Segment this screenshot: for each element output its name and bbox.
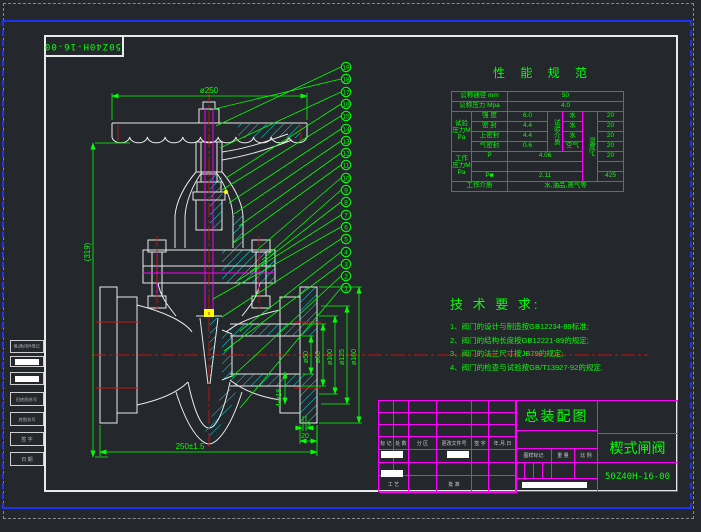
weight-label: 重 量 xyxy=(551,448,575,463)
weight-cell xyxy=(551,462,575,479)
spec-table: 公称通径 mm 50 公称压力 Mpa 4.0 试验压力MPa 强 度 6.0 试… xyxy=(450,91,625,192)
rev-header-count: 处 数 xyxy=(394,437,409,450)
rev-header-mark: 标 记 xyxy=(379,437,394,450)
spec-title: 性 能 规 范 xyxy=(493,66,594,80)
cad-canvas: 50Z40H-16-00 借(通)用件登记 旧底图总号 底图总号 签 字 日 期 xyxy=(0,0,701,532)
stamp-label: 图样标记 xyxy=(515,448,552,463)
strip-borrow-record: 借(通)用件登记 xyxy=(10,340,44,353)
balloons: 19 18 17 16 15 14 13 12 11 10 9 8 7 6 5 … xyxy=(340,61,352,294)
revision-table: 标 记 处 数 分 区 更改文件号 签 字 年.月.日 工 艺 批 准 xyxy=(378,400,517,493)
balloon-number: 8 xyxy=(344,199,348,206)
dim-height: (319) xyxy=(83,242,92,261)
dim-handwheel: ø250 xyxy=(200,86,219,95)
balloon-number: 2 xyxy=(344,273,348,280)
performance-spec: 性 能 规 范 公称通径 mm 50 公称压力 Mpa 4.0 试验压力MPa … xyxy=(450,64,625,192)
balloon-number: 10 xyxy=(342,175,350,182)
balloon-number: 1 xyxy=(344,285,348,292)
empty-cell xyxy=(597,400,678,434)
strip-redacted-2 xyxy=(10,372,44,385)
dim-bore-80: ø80 xyxy=(315,351,322,363)
balloon-number: 9 xyxy=(344,187,348,194)
dim-length: 250±1.5 xyxy=(176,442,205,451)
assembly-title: 总装配图 xyxy=(515,400,598,431)
process-label: 工 艺 xyxy=(379,476,409,493)
balloon-number: 15 xyxy=(342,113,350,120)
dim-bore-100: ø100 xyxy=(327,349,334,365)
balloon-number: 3 xyxy=(344,261,348,268)
scale-label: 比 例 xyxy=(574,448,598,463)
rev-header-sign: 签 字 xyxy=(472,437,489,450)
tech-requirement-item: 3、阀门的法兰尺寸按JB79的规定; xyxy=(450,349,564,358)
tech-requirement-item: 1、阀门的设计与制造按GB12234-89标准; xyxy=(450,322,589,331)
dim-bore-50: ø50 xyxy=(303,351,310,363)
tech-requirement-item: 2、阀门的结构长度按GB12221-89的规定; xyxy=(450,335,589,345)
rev-header-date: 年.月.日 xyxy=(489,437,517,450)
tech-requirements: 技 术 要 求: 1、阀门的设计与制造按GB12234-89标准; 2、阀门的结… xyxy=(450,294,675,374)
balloon-number: 11 xyxy=(343,162,350,169)
redacted-text xyxy=(522,482,587,488)
balloon-number: 19 xyxy=(342,64,350,71)
rev-header-docno: 更改文件号 xyxy=(437,437,472,450)
strip-redacted-1 xyxy=(10,356,44,367)
redacted-text xyxy=(381,470,403,477)
drawing-number: 50Z40H-16-00 xyxy=(597,462,678,492)
empty-cell xyxy=(515,430,598,449)
strip-date: 日 期 xyxy=(10,452,44,466)
balloon-number: 13 xyxy=(342,138,350,145)
strip-master-no: 底图总号 xyxy=(10,412,44,426)
balloon-number: 5 xyxy=(344,236,348,243)
dim-seat: 3 xyxy=(307,422,311,429)
scale-cell xyxy=(574,462,598,479)
rev-header-zone: 分 区 xyxy=(409,437,437,450)
balloon-number: 18 xyxy=(342,76,350,83)
balloon-number: 17 xyxy=(342,89,350,96)
balloon-number: 6 xyxy=(344,224,348,231)
dim-flange-thk: 20 xyxy=(301,433,309,440)
tech-requirements-title: 技 术 要 求: xyxy=(450,297,541,312)
balloon-number: 7 xyxy=(344,212,348,219)
balloon-number: 16 xyxy=(342,101,350,108)
redacted-text xyxy=(381,451,403,458)
dim-bore-160: ø160 xyxy=(351,349,358,365)
product-name: 楔式闸阀 xyxy=(597,433,678,463)
balloon-number: 4 xyxy=(344,249,348,256)
strip-old-master-no: 旧底图总号 xyxy=(10,392,44,406)
dim-bolt-holes: 4-ø18 xyxy=(276,389,283,407)
tech-requirement-item: 4、阀门的检查与试验按GB/T13927-92的规定. xyxy=(450,362,603,372)
strip-signature: 签 字 xyxy=(10,432,44,446)
balloon-number: 12 xyxy=(342,150,350,157)
dim-bore-125: ø125 xyxy=(339,349,346,365)
approve-label: 批 准 xyxy=(437,476,472,493)
redacted-text xyxy=(447,451,469,458)
balloon-number: 14 xyxy=(342,126,350,133)
